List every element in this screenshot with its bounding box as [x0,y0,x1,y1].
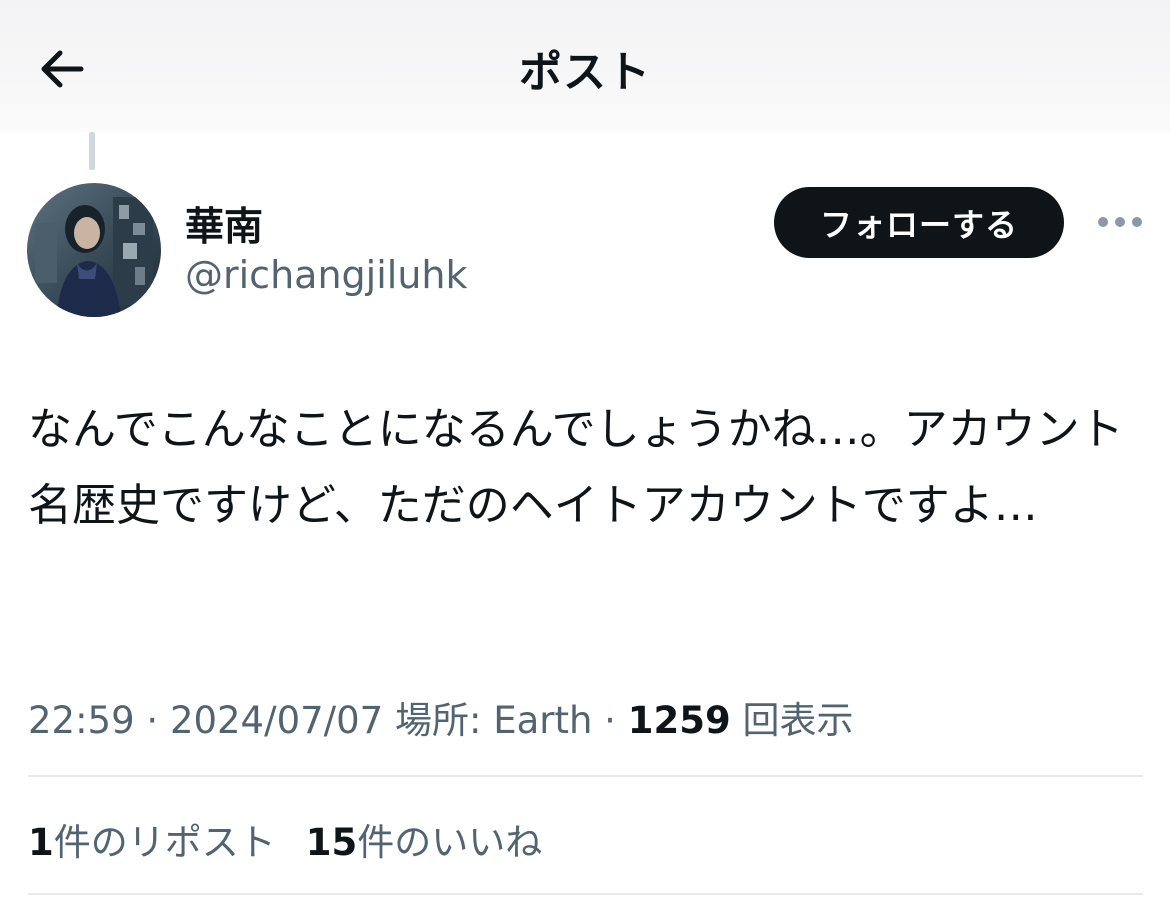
post-time[interactable]: 22:59 [28,699,135,742]
likes-stat[interactable]: 15件のいいね [306,821,543,864]
meta-separator: · [134,699,170,742]
post-location: 場所: Earth [383,699,593,742]
follow-button[interactable]: フォローする [774,187,1064,258]
likes-label: 件のいいね [357,821,543,864]
reposts-count: 1 [28,821,54,864]
avatar[interactable] [27,183,161,317]
post-text: なんでこんなことになるんでしょうかね…。アカウント名歴史ですけど、ただのヘイトア… [28,404,1124,531]
view-count: 1259 [627,699,731,742]
reposts-label: 件のリポスト [53,821,276,864]
more-horizontal-icon [1098,217,1142,227]
author-handle[interactable]: @richangjiluhk [185,253,468,297]
post-meta: 22:59 · 2024/07/07 場所: Earth · 1259 回表示 [28,690,853,744]
likes-count: 15 [305,821,358,864]
meta-separator: · [592,699,628,742]
view-count-label: 回表示 [730,699,854,742]
engagement-stats: 1件のリポスト 15件のいいね [28,812,542,866]
post-date[interactable]: 2024/07/07 [170,699,383,742]
avatar-image [27,183,161,317]
divider [28,893,1143,895]
author-display-name[interactable]: 華南 [185,196,263,252]
thread-connector-line [89,132,95,170]
page-title: ポスト [519,48,651,98]
post-detail-page: ポスト 華南 @richangjiluhk フォローする なんでこんなことになる… [0,0,1170,905]
more-options-button[interactable] [1090,200,1150,244]
divider [28,775,1143,777]
reposts-stat[interactable]: 1件のリポスト [28,821,276,864]
top-bar: ポスト [0,0,1170,132]
